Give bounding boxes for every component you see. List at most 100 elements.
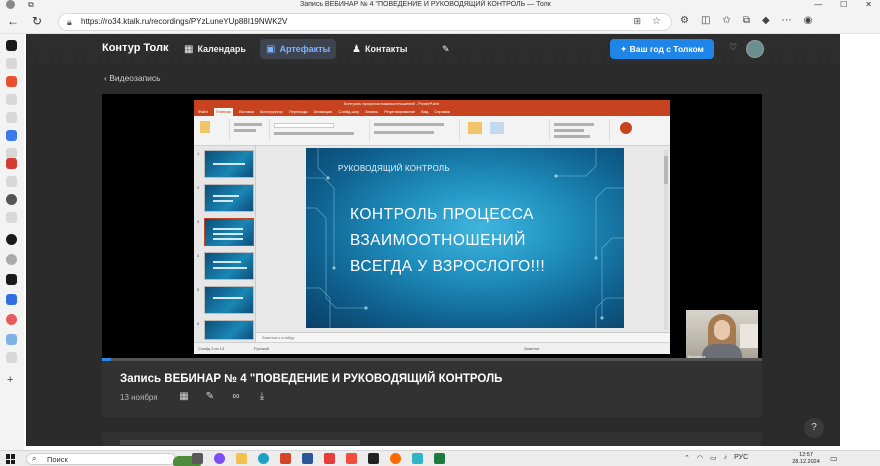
back-to-recordings-link[interactable]: ‹ Видеозапись [104, 73, 161, 83]
browser-profile-avatar[interactable] [6, 0, 15, 9]
task-view-icon[interactable] [192, 453, 203, 464]
taskbar-search[interactable]: ⌕ Поиск [26, 453, 201, 466]
nav-artifacts-label: Артефакты [279, 44, 331, 54]
excel-icon[interactable] [434, 453, 445, 464]
browser-title-bar: ⧉ Запись ВЕБИНАР № 4 "ПОВЕДЕНИЕ И РУКОВО… [0, 0, 880, 10]
tab-actions-icon[interactable]: ⧉ [28, 0, 34, 10]
year-with-talk-button[interactable]: ✦ Ваш год с Толком [610, 39, 714, 59]
edit-pencil-icon[interactable]: ✎ [204, 391, 216, 402]
ppt-tab: Слайд-шоу [338, 109, 360, 114]
wifi-icon[interactable]: ◠ [697, 454, 703, 462]
back-link-label: Видеозапись [109, 73, 161, 83]
sidebar-app-icon[interactable] [6, 234, 17, 245]
yandex-icon[interactable] [346, 453, 357, 464]
copilot-icon[interactable]: ◆ [762, 15, 770, 26]
shapes-icon [468, 122, 482, 134]
sidebar-app-icon[interactable] [6, 94, 17, 105]
ppt-tab: Вставка [239, 109, 254, 114]
sidebar-app-icon[interactable] [6, 194, 17, 205]
collections-icon[interactable]: ⧉ [743, 15, 750, 26]
refresh-icon[interactable]: ↻ [30, 14, 44, 28]
reader-mode-icon[interactable]: ⊞ [633, 16, 641, 27]
slide-counter: Слайд 3 из 13 [198, 346, 225, 351]
taskbar-clock[interactable]: 12:57 28.12.2024 [786, 452, 826, 466]
ppt-tab: Справка [434, 109, 451, 114]
bookmark-star-icon[interactable]: ☆ [652, 16, 661, 27]
tray-overflow-icon[interactable]: ⌃ [684, 454, 690, 462]
slide-thumbnail: 6 [197, 320, 254, 340]
sidebar-app-icon[interactable] [6, 294, 17, 305]
sidebar-app-icon[interactable] [6, 130, 17, 141]
start-button[interactable] [6, 454, 16, 464]
volume-icon[interactable]: ♪ [724, 454, 728, 462]
battery-icon[interactable]: ▭ [710, 454, 717, 462]
yandex-browser-icon[interactable] [324, 453, 335, 464]
nav-artifacts[interactable]: ▣ Артефакты [260, 39, 337, 59]
notification-center-icon[interactable]: ▭ [830, 454, 838, 463]
presenter-webcam: Докладчик [686, 310, 758, 360]
word-icon[interactable] [302, 453, 313, 464]
sidebar-app-icon[interactable] [6, 314, 17, 325]
split-screen-icon[interactable]: ◫ [701, 15, 710, 26]
ppt-tab: Вид [421, 109, 429, 114]
slide-notes-pane: Заметки к слайду [256, 332, 670, 342]
file-explorer-icon[interactable] [236, 453, 247, 464]
address-bar[interactable]: 🔒︎ https://ro34.ktalk.ru/recordings/PYzL… [58, 13, 672, 31]
maximize-button[interactable]: ☐ [840, 0, 847, 9]
slide-headline-line: КОНТРОЛЬ ПРОЦЕССА [350, 206, 534, 223]
nav-calendar[interactable]: ▦ Календарь [178, 39, 252, 59]
sidebar-app-icon[interactable] [6, 212, 17, 223]
ribbon-group [230, 119, 270, 141]
download-icon[interactable]: ⤓ [256, 391, 268, 402]
sidebar-app-icon[interactable] [6, 352, 17, 363]
sidebar-app-icon[interactable] [6, 176, 17, 187]
help-button[interactable]: ? [804, 418, 824, 438]
taskbar-app-icon[interactable] [390, 453, 401, 464]
ribbon-group [550, 119, 610, 141]
minimize-button[interactable]: — [814, 0, 822, 9]
lock-icon[interactable]: 🔒︎ [67, 17, 72, 28]
sidebar-app-icon[interactable] [6, 40, 17, 51]
favorites-icon[interactable]: ✩ [722, 15, 730, 26]
slide-thumbnail: 4 [197, 252, 254, 280]
font-box [274, 123, 334, 128]
sidebar-app-icon[interactable] [6, 76, 17, 87]
copilot-sidebar-icon[interactable]: ◉ [804, 15, 813, 26]
contacts-icon: ♟ [352, 44, 361, 55]
user-avatar[interactable] [746, 40, 764, 58]
ribbon-group [270, 119, 370, 141]
sidebar-app-icon[interactable] [6, 58, 17, 69]
back-arrow-icon[interactable]: ← [6, 14, 20, 28]
taskbar-app-icon[interactable] [214, 453, 225, 464]
brand-logo[interactable]: Контур Толк [102, 42, 168, 54]
taskbar-app-icon[interactable] [368, 453, 379, 464]
recording-title: Запись ВЕБИНАР № 4 "ПОВЕДЕНИЕ И РУКОВОДЯ… [120, 373, 503, 385]
nav-contacts[interactable]: ♟ Контакты [346, 39, 413, 59]
calendar-icon[interactable]: ▦ [178, 391, 190, 402]
gmail-icon[interactable] [6, 158, 17, 169]
url-text[interactable]: https://ro34.ktalk.ru/recordings/PYzLune… [81, 17, 287, 26]
close-window-button[interactable]: ✕ [865, 0, 872, 9]
clock-date: 28.12.2024 [792, 459, 820, 465]
sidebar-app-icon[interactable] [6, 112, 17, 123]
powerpoint-icon[interactable] [280, 453, 291, 464]
ribbon-control [274, 132, 354, 135]
paste-icon [200, 121, 210, 133]
settings-wrench-icon[interactable]: ✎ [436, 39, 456, 59]
link-icon[interactable]: ∞ [230, 391, 242, 402]
video-player[interactable]: Контроль процесса взаимоотношений - Powe… [102, 94, 762, 360]
edge-browser-icon[interactable] [258, 453, 269, 464]
ppt-title: Контроль процесса взаимоотношений - Powe… [344, 101, 439, 106]
add-sidebar-app-icon[interactable]: + [7, 374, 13, 386]
window-title: Запись ВЕБИНАР № 4 "ПОВЕДЕНИЕ И РУКОВОДЯ… [300, 1, 551, 8]
transcript-header-placeholder [120, 440, 360, 445]
extension-icon[interactable]: ⚙ [680, 15, 689, 26]
notification-bell-icon[interactable]: ♡ [729, 42, 737, 53]
sidebar-app-icon[interactable] [6, 334, 17, 345]
keyboard-language[interactable]: РУС [734, 454, 748, 462]
sidebar-app-icon[interactable] [6, 274, 17, 285]
more-menu-icon[interactable]: ⋯ [782, 15, 792, 26]
taskbar-app-icon[interactable] [412, 453, 423, 464]
sidebar-app-icon[interactable] [6, 254, 17, 265]
ppt-tab: Рецензирование [384, 109, 416, 114]
